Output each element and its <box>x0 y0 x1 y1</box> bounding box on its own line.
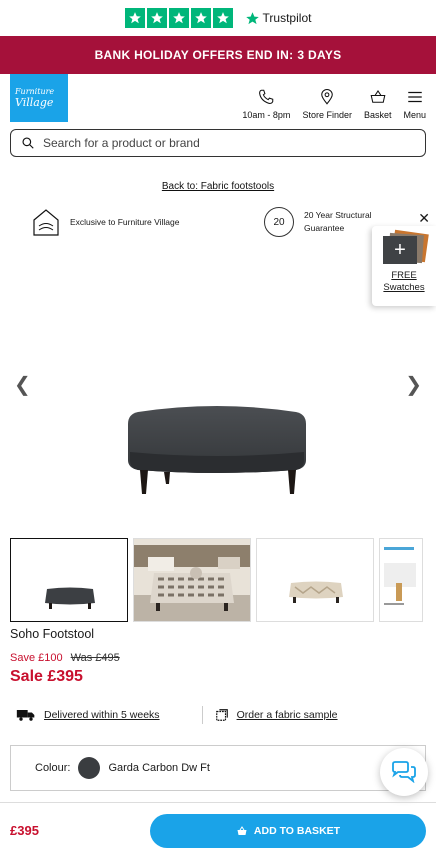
thumbnail-image <box>45 587 95 609</box>
live-chat-button[interactable] <box>380 748 428 796</box>
colour-label: Colour: <box>35 762 71 774</box>
sale-price: Sale £395 <box>10 668 83 685</box>
header-nav: 10am - 8pm Store Finder Basket Menu <box>242 74 426 124</box>
close-icon[interactable]: ✕ <box>418 210 430 227</box>
sample-icon <box>215 709 228 721</box>
usp-exclusive: Exclusive to Furniture Village <box>32 207 264 237</box>
store-finder-link[interactable]: Store Finder <box>302 88 352 120</box>
star-icon <box>212 8 233 28</box>
phone-icon <box>259 89 274 104</box>
search-input[interactable]: Search for a product or brand <box>10 129 426 157</box>
basket-icon <box>237 825 247 835</box>
thumbnail-image <box>289 581 343 603</box>
back-to-category-link[interactable]: Back to: Fabric footstools <box>0 181 436 192</box>
star-icon <box>124 8 145 28</box>
promo-text: BANK HOLIDAY OFFERS END IN: <box>94 48 294 62</box>
footer-price: £395 <box>10 823 39 838</box>
add-to-basket-label: ADD TO BASKET <box>253 824 341 837</box>
thumbnail-image <box>134 539 250 621</box>
trustpilot-brand: Trustpilot <box>262 11 312 25</box>
product-title: Soho Footstool <box>10 627 95 641</box>
usp-exclusive-text: Exclusive to Furniture Village <box>70 217 180 227</box>
house-logo-icon <box>33 209 59 236</box>
guarantee-badge-icon: 20 <box>264 207 294 237</box>
trustpilot-bar[interactable]: Trustpilot <box>0 0 436 36</box>
logo-line1: Furniture <box>15 87 55 96</box>
trustpilot-stars <box>124 8 233 28</box>
delivery-label: Delivered within 5 weeks <box>44 709 160 721</box>
delivery-sample-row: Delivered within 5 weeks Order a fabric … <box>16 706 420 724</box>
trustpilot-star-icon <box>245 11 259 24</box>
search-wrapper: Search for a product or brand <box>0 124 436 162</box>
site-header: Furniture Village 10am - 8pm Store Finde… <box>0 74 436 124</box>
search-placeholder: Search for a product or brand <box>43 136 200 150</box>
thumbnail-strip <box>10 538 423 622</box>
promo-countdown: 3 DAYS <box>297 48 342 62</box>
menu-button[interactable]: Menu <box>403 88 426 120</box>
thumbnail-front-view[interactable] <box>10 538 128 622</box>
colour-swatch <box>78 757 101 779</box>
nav-hours-label: 10am - 8pm <box>242 110 291 120</box>
thumbnail-patterned[interactable] <box>256 538 374 622</box>
star-icon <box>168 8 189 28</box>
basket-link[interactable]: Basket <box>363 88 392 120</box>
fabric-sample-label: Order a fabric sample <box>236 709 338 721</box>
star-icon <box>190 8 211 28</box>
thumbnail-living-room[interactable] <box>133 538 251 622</box>
chat-bubbles-icon <box>392 761 416 783</box>
thumbnail-leg-variations[interactable] <box>379 538 423 622</box>
nav-store-finder-label: Store Finder <box>302 110 352 120</box>
order-fabric-sample-link[interactable]: Order a fabric sample <box>215 708 338 722</box>
chevron-left-icon[interactable]: ❮ <box>14 372 31 397</box>
furniture-village-logo[interactable]: Furniture Village <box>10 74 68 122</box>
delivery-truck-icon <box>16 710 35 721</box>
basket-icon <box>370 90 386 103</box>
chevron-right-icon[interactable]: ❯ <box>405 372 422 397</box>
logo-line2: Village <box>15 96 54 109</box>
product-main-image <box>128 406 306 494</box>
sticky-add-to-basket-bar: £395 ADD TO BASKET <box>0 802 436 858</box>
nav-basket-label: Basket <box>363 110 392 120</box>
promo-banner[interactable]: BANK HOLIDAY OFFERS END IN: 3 DAYS <box>0 36 436 74</box>
colour-value: Garda Carbon Dw Ft <box>108 762 210 774</box>
delivery-info-link[interactable]: Delivered within 5 weeks <box>16 708 160 722</box>
product-gallery: ❮ ❯ <box>0 242 436 542</box>
price-savings-row: Save £100 Was £495 <box>10 652 120 664</box>
save-amount: Save £100 <box>10 652 63 664</box>
nav-menu-label: Menu <box>403 110 426 120</box>
colour-selector[interactable]: Colour: Garda Carbon Dw Ft <box>10 745 426 791</box>
thumbnail-image <box>384 547 416 605</box>
divider <box>201 706 203 724</box>
opening-hours-link[interactable]: 10am - 8pm <box>242 88 290 120</box>
trustpilot-logo: Trustpilot <box>245 11 312 26</box>
hamburger-menu-icon <box>407 91 422 103</box>
search-icon <box>22 137 34 149</box>
usp-row: Exclusive to Furniture Village 20 20 Yea… <box>0 202 436 242</box>
usp-guarantee: 20 20 Year Structural Guarantee <box>264 207 384 237</box>
was-price: Was £495 <box>70 652 120 664</box>
location-pin-icon <box>321 89 333 105</box>
guarantee-badge-number: 20 <box>273 216 285 228</box>
add-to-basket-button[interactable]: ADD TO BASKET <box>150 813 426 848</box>
star-icon <box>146 8 167 28</box>
